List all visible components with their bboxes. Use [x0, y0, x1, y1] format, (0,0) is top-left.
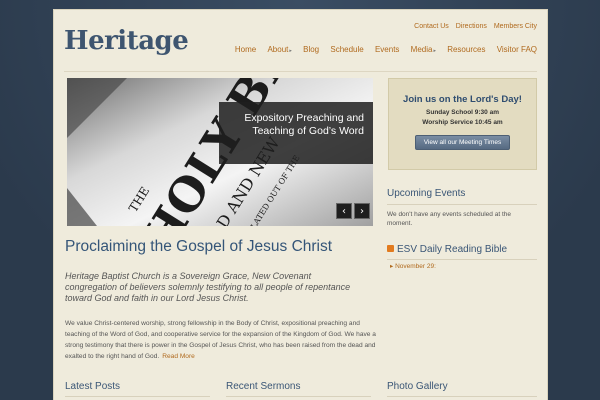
- body-paragraph: We value Christ-centered worship, strong…: [65, 320, 376, 360]
- slider-next-button[interactable]: ›: [354, 203, 370, 219]
- section-divider: [226, 396, 371, 397]
- utility-link-directions[interactable]: Directions: [456, 23, 487, 30]
- slider-prev-button[interactable]: ‹: [336, 203, 352, 219]
- hero-slider[interactable]: THE HOLY BIBLE OLD AND NEW TRANSLATED OU…: [67, 78, 373, 226]
- nav-label: Visitor FAQ: [496, 45, 537, 54]
- intro-text: Heritage Baptist Church is a Sovereign G…: [65, 271, 351, 303]
- sidebar-divider: [387, 204, 537, 205]
- nav-item-blog[interactable]: Blog: [303, 45, 319, 54]
- esv-item[interactable]: ▸ November 29:: [390, 262, 540, 271]
- esv-title: ESV Daily Reading Bible: [397, 244, 508, 255]
- nav-item-visitor-faq[interactable]: Visitor FAQ: [497, 45, 537, 54]
- photo-gallery-heading: Photo Gallery: [387, 381, 448, 392]
- esv-heading[interactable]: ESV Daily Reading Bible: [387, 244, 507, 255]
- chevron-right-icon: ›: [360, 206, 364, 217]
- nav-label: Events: [374, 45, 400, 54]
- upcoming-events-heading: Upcoming Events: [387, 188, 466, 199]
- nav-item-events[interactable]: Events: [375, 45, 399, 54]
- nav-item-resources[interactable]: Resources: [447, 45, 485, 54]
- nav-label: Home: [234, 45, 257, 54]
- utility-nav: Contact Us Directions Members City: [409, 23, 537, 30]
- nav-label: Schedule: [330, 45, 364, 54]
- section-divider: [387, 396, 537, 397]
- worship-service-time: Worship Service 10:45 am: [422, 119, 503, 126]
- sunday-school-time: Sunday School 9:30 am: [426, 109, 499, 116]
- nav-item-schedule[interactable]: Schedule: [330, 45, 363, 54]
- nav-label: Blog: [303, 45, 320, 54]
- nav-label: Media: [410, 45, 433, 54]
- nav-item-media[interactable]: Media▸: [411, 45, 436, 54]
- header-divider: [64, 71, 537, 72]
- bullet-icon: ▸: [390, 263, 394, 270]
- nav-label: About: [267, 45, 289, 54]
- read-more-link[interactable]: Read More: [162, 353, 195, 360]
- sidebar-divider: [387, 259, 537, 260]
- chevron-left-icon: ‹: [342, 206, 346, 217]
- utility-link-contact[interactable]: Contact Us: [414, 23, 449, 30]
- page-headline: Proclaiming the Gospel of Jesus Christ: [65, 238, 333, 255]
- rss-icon: [387, 245, 394, 252]
- body-text: We value Christ-centered worship, strong…: [65, 318, 377, 362]
- slide-caption: Expository Preaching and Teaching of God…: [219, 102, 373, 164]
- nav-label: Resources: [447, 45, 486, 54]
- main-nav: Home About▸ Blog Schedule Events Media▸ …: [226, 45, 537, 54]
- esv-item-label: November 29:: [395, 263, 436, 270]
- latest-posts-heading: Latest Posts: [65, 381, 121, 392]
- nav-item-home[interactable]: Home: [235, 45, 256, 54]
- page-container: Contact Us Directions Members City Herit…: [53, 9, 548, 400]
- nav-item-about[interactable]: About▸: [267, 45, 291, 54]
- submenu-arrow-icon: ▸: [433, 48, 436, 54]
- submenu-arrow-icon: ▸: [289, 48, 292, 54]
- upcoming-events-text: We don't have any events scheduled at th…: [387, 211, 511, 227]
- meeting-times-button[interactable]: View all our Meeting Times: [414, 135, 511, 150]
- recent-sermons-heading: Recent Sermons: [226, 381, 301, 392]
- lords-day-title: Join us on the Lord's Day!: [403, 94, 522, 105]
- utility-link-members[interactable]: Members City: [494, 23, 537, 30]
- site-logo[interactable]: Heritage: [64, 26, 189, 56]
- lords-day-box: Join us on the Lord's Day! Sunday School…: [388, 78, 537, 170]
- section-divider: [65, 396, 210, 397]
